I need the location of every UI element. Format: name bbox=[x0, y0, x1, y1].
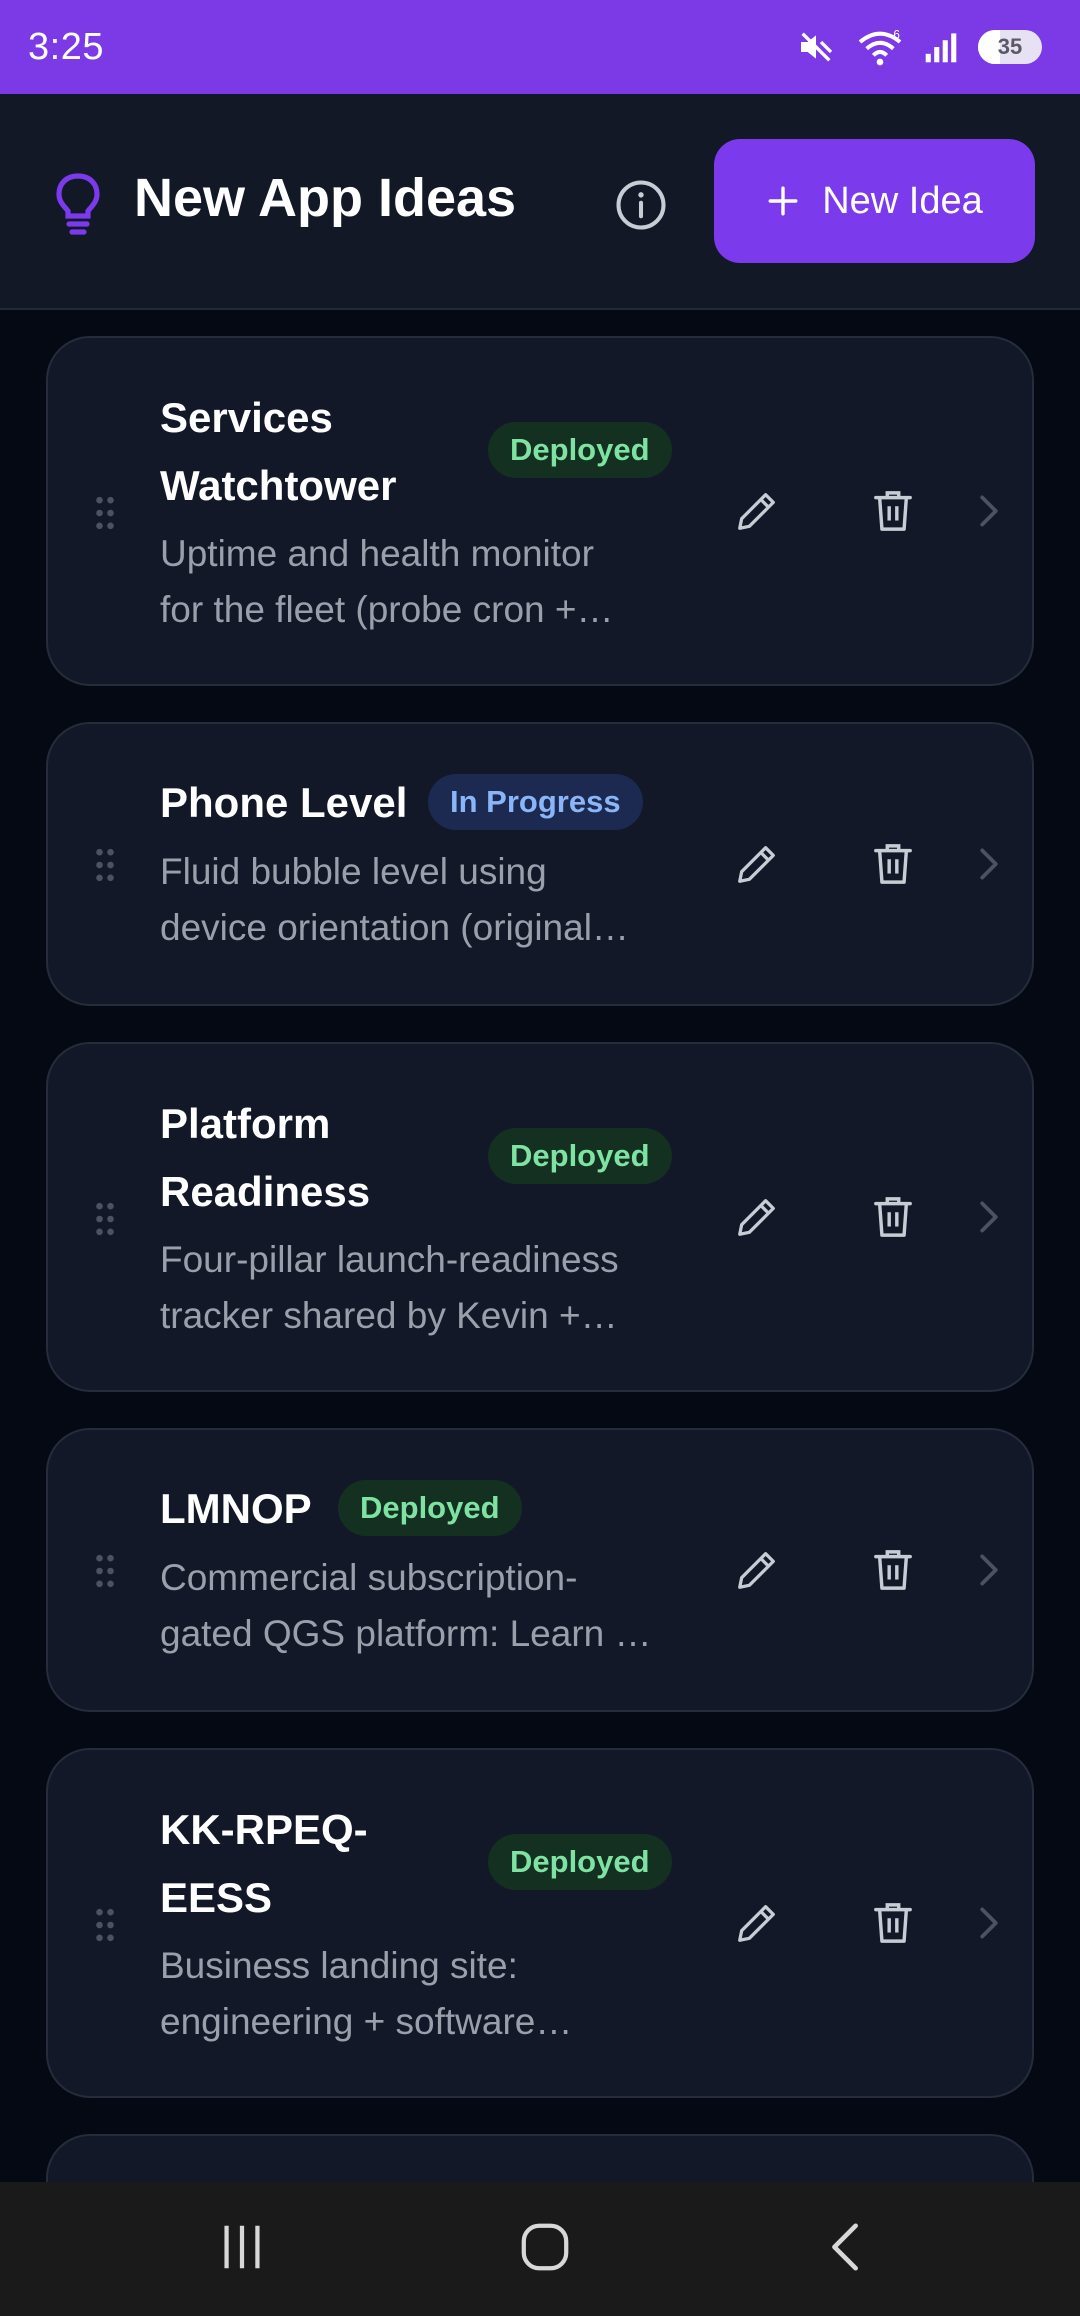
chevron-right-icon[interactable] bbox=[978, 1906, 1000, 1940]
idea-description: Four-pillar launch-readiness tracker sha… bbox=[160, 1239, 619, 1336]
drag-handle-icon[interactable] bbox=[94, 494, 116, 532]
plus-icon bbox=[768, 186, 798, 216]
page-title: New App Ideas bbox=[134, 168, 517, 228]
idea-card[interactable]: Services Watchtower Deployed Uptime and … bbox=[46, 336, 1034, 686]
chevron-right-icon[interactable] bbox=[978, 847, 1000, 881]
trash-icon[interactable] bbox=[872, 1547, 914, 1593]
mute-icon bbox=[801, 32, 833, 62]
signal-icon bbox=[925, 33, 957, 63]
idea-title: LMNOP bbox=[160, 1485, 312, 1532]
idea-description: Fluid bubble level using device orientat… bbox=[160, 851, 629, 948]
idea-card[interactable] bbox=[46, 2134, 1034, 2182]
drag-handle-icon[interactable] bbox=[94, 1200, 116, 1238]
battery-level: 35 bbox=[997, 34, 1023, 59]
idea-title-line2: Watchtower bbox=[160, 462, 397, 509]
drag-handle-icon[interactable] bbox=[94, 846, 116, 884]
wifi-icon: 6 bbox=[858, 29, 902, 66]
ideas-list: Services Watchtower Deployed Uptime and … bbox=[0, 312, 1080, 2182]
trash-icon[interactable] bbox=[872, 488, 914, 534]
idea-card[interactable]: LMNOP Deployed Commercial subscription- … bbox=[46, 1428, 1034, 1712]
back-icon[interactable] bbox=[826, 2220, 866, 2274]
status-badge: Deployed bbox=[488, 422, 672, 478]
status-badge: Deployed bbox=[488, 1834, 672, 1890]
status-icons: 6 35 bbox=[796, 27, 1042, 67]
lightbulb-icon bbox=[56, 173, 100, 235]
new-idea-label: New Idea bbox=[822, 179, 983, 222]
system-nav-bar bbox=[0, 2182, 1080, 2316]
home-icon[interactable] bbox=[518, 2220, 572, 2274]
recents-icon[interactable] bbox=[218, 2220, 266, 2274]
status-badge: In Progress bbox=[428, 774, 643, 830]
idea-title-line2: Readiness bbox=[160, 1168, 371, 1215]
svg-text:6: 6 bbox=[893, 29, 899, 42]
status-bar: 3:25 6 35 bbox=[0, 0, 1080, 94]
idea-title: KK-RPEQ- bbox=[160, 1806, 368, 1853]
info-icon[interactable] bbox=[614, 178, 668, 232]
idea-title-line2: EESS bbox=[160, 1874, 273, 1921]
drag-handle-icon[interactable] bbox=[94, 1906, 116, 1944]
idea-title: Services bbox=[160, 394, 333, 441]
status-badge: Deployed bbox=[338, 1480, 522, 1536]
trash-icon[interactable] bbox=[872, 841, 914, 887]
idea-description: Commercial subscription- gated QGS platf… bbox=[160, 1557, 652, 1654]
pencil-icon[interactable] bbox=[734, 488, 780, 534]
idea-title: Platform bbox=[160, 1100, 331, 1147]
idea-description: Business landing site: engineering + sof… bbox=[160, 1945, 573, 2042]
pencil-icon[interactable] bbox=[734, 1194, 780, 1240]
trash-icon[interactable] bbox=[872, 1194, 914, 1240]
idea-description: Uptime and health monitor for the fleet … bbox=[160, 533, 614, 630]
status-time: 3:25 bbox=[28, 25, 104, 68]
idea-card[interactable]: Phone Level In Progress Fluid bubble lev… bbox=[46, 722, 1034, 1006]
drag-handle-icon[interactable] bbox=[94, 1552, 116, 1590]
status-badge: Deployed bbox=[488, 1128, 672, 1184]
battery-icon: 35 bbox=[978, 30, 1042, 64]
pencil-icon[interactable] bbox=[734, 1547, 780, 1593]
new-idea-button[interactable]: New Idea bbox=[714, 139, 1035, 263]
pencil-icon[interactable] bbox=[734, 841, 780, 887]
chevron-right-icon[interactable] bbox=[978, 494, 1000, 528]
chevron-right-icon[interactable] bbox=[978, 1200, 1000, 1234]
idea-title: Phone Level bbox=[160, 779, 408, 826]
idea-card[interactable]: KK-RPEQ- EESS Deployed Business landing … bbox=[46, 1748, 1034, 2098]
trash-icon[interactable] bbox=[872, 1900, 914, 1946]
idea-card[interactable]: Platform Readiness Deployed Four-pillar … bbox=[46, 1042, 1034, 1392]
app-header: New App Ideas New Idea bbox=[0, 94, 1080, 310]
pencil-icon[interactable] bbox=[734, 1900, 780, 1946]
chevron-right-icon[interactable] bbox=[978, 1553, 1000, 1587]
